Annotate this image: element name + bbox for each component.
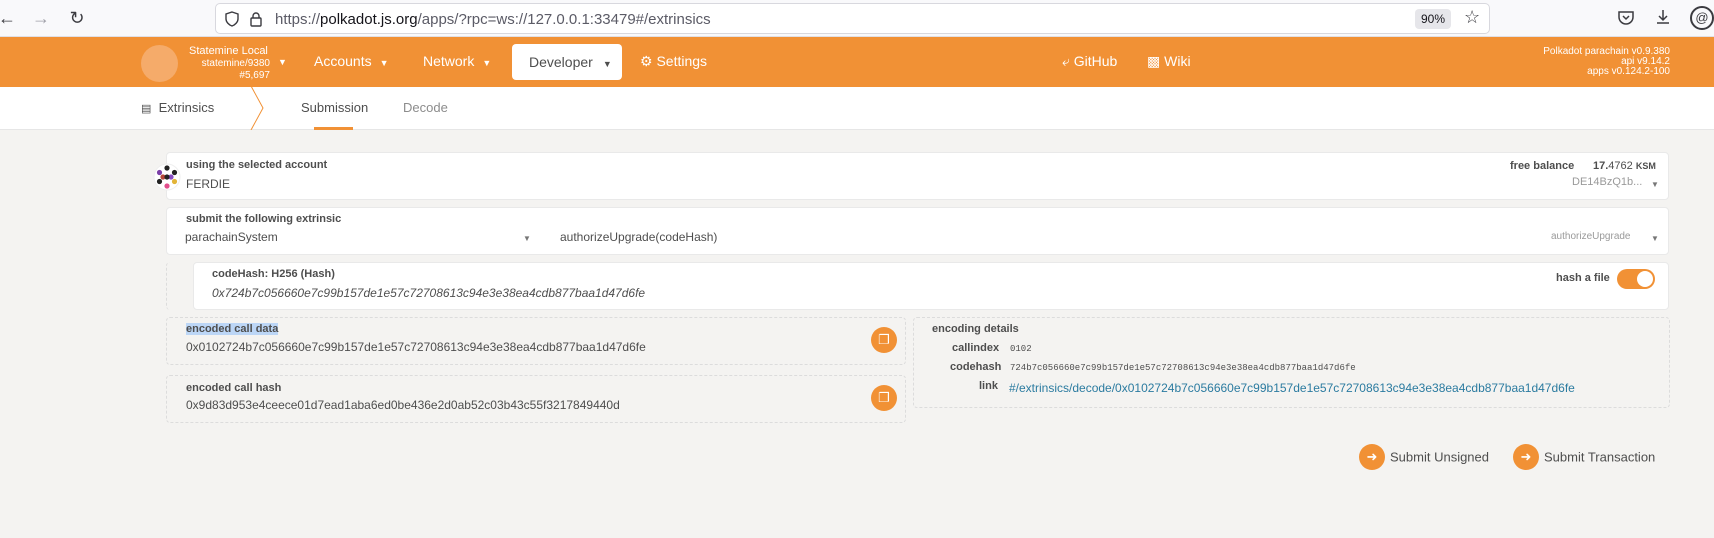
extrinsic-label: submit the following extrinsic: [186, 213, 342, 225]
copy-icon: ❐: [878, 390, 890, 405]
nav-github[interactable]: ⤶ GitHub: [1062, 53, 1117, 70]
forward-icon[interactable]: →: [30, 7, 52, 29]
submit-transaction-button[interactable]: ➜ Submit Transaction: [1513, 444, 1655, 474]
nav-network[interactable]: Network ▼: [423, 53, 491, 69]
extrinsic-panel: [166, 207, 1669, 255]
account-panel[interactable]: [166, 152, 1669, 200]
gear-icon: ⚙: [640, 53, 653, 69]
version-info: Polkadot parachain v0.9.380 api v9.14.2 …: [1543, 47, 1670, 77]
free-balance-label: free balance: [1510, 160, 1575, 172]
call-dropdown-icon[interactable]: ▼: [1651, 234, 1659, 243]
bookmark-star-icon[interactable]: ☆: [1464, 7, 1480, 28]
sub-navigation: ▤ Extrinsics Submission Decode: [0, 86, 1714, 130]
link-label: link: [979, 380, 998, 392]
account-name[interactable]: FERDIE: [186, 177, 230, 191]
encoded-call-hash-label: encoded call hash: [186, 382, 282, 394]
address-bar[interactable]: https://polkadot.js.org/apps/?rpc=ws://1…: [215, 3, 1490, 34]
callindex-value: 0102: [1010, 344, 1032, 354]
section-title: ▤ Extrinsics: [141, 100, 215, 115]
url-text[interactable]: https://polkadot.js.org/apps/?rpc=ws://1…: [275, 11, 711, 28]
extrinsics-icon: ▤: [141, 103, 152, 115]
reload-icon[interactable]: ↻: [66, 7, 88, 29]
account-label: using the selected account: [186, 159, 328, 171]
codehash-param-label: codeHash: H256 (Hash): [212, 268, 335, 280]
chevron-down-icon: ▼: [482, 58, 492, 68]
copy-call-hash-button[interactable]: ❐: [871, 385, 897, 411]
account-identicon: [153, 163, 181, 191]
pallet-dropdown-icon[interactable]: ▼: [523, 234, 531, 243]
nav-accounts[interactable]: Accounts ▼: [314, 53, 389, 69]
book-icon: ▩: [1147, 53, 1161, 69]
encoded-call-hash: 0x9d83d953e4ceece01d7ead1aba6ed0be436e2d…: [186, 398, 620, 412]
download-icon[interactable]: [1654, 8, 1672, 26]
callindex-label: callindex: [952, 342, 1000, 354]
encoded-call-data: 0x0102724b7c056660e7c99b157de1e57c727086…: [186, 340, 646, 354]
breadcrumb-separator: [250, 86, 264, 130]
hash-file-label: hash a file: [1556, 272, 1610, 284]
browser-toolbar: ← → ↻ https://polkadot.js.org/apps/?rpc=…: [0, 0, 1714, 37]
call-short: authorizeUpgrade: [1551, 231, 1631, 242]
chevron-down-icon: ▼: [379, 58, 389, 68]
extension-icon[interactable]: @: [1690, 6, 1714, 30]
nav-settings[interactable]: ⚙ Settings: [640, 53, 707, 70]
apps-version: apps v0.124.2-100: [1587, 66, 1670, 77]
copy-call-data-button[interactable]: ❐: [871, 327, 897, 353]
submit-unsigned-button[interactable]: ➜ Submit Unsigned: [1359, 444, 1489, 474]
hash-file-toggle[interactable]: [1617, 269, 1655, 289]
nav-developer[interactable]: Developer ▼: [512, 44, 622, 80]
github-icon: ⤶: [1062, 53, 1070, 69]
encoded-call-data-label: encoded call data: [186, 323, 279, 335]
app-header: Statemine Local statemine/9380 #5,697 ▼ …: [0, 37, 1714, 87]
codehash-input[interactable]: 0x724b7c056660e7c99b157de1e57c72708613c9…: [212, 286, 645, 300]
tab-submission[interactable]: Submission: [301, 100, 368, 115]
lock-icon[interactable]: [249, 11, 263, 27]
chain-logo[interactable]: [141, 45, 178, 82]
block-number: #5,697: [239, 70, 270, 81]
account-address: DE14BzQ1b...: [1572, 176, 1643, 188]
back-icon[interactable]: ←: [0, 7, 18, 29]
nav-wiki[interactable]: ▩ Wiki: [1147, 53, 1191, 70]
tab-decode[interactable]: Decode: [403, 100, 448, 115]
sign-in-icon: ➜: [1513, 444, 1539, 470]
pallet-select[interactable]: parachainSystem: [185, 230, 278, 244]
encoding-details-label: encoding details: [932, 323, 1019, 335]
account-dropdown-icon[interactable]: ▼: [1651, 180, 1659, 189]
codehash-value: 724b7c056660e7c99b157de1e57c72708613c94e…: [1010, 363, 1356, 373]
call-select[interactable]: authorizeUpgrade(codeHash): [560, 230, 717, 244]
active-tab-indicator: [314, 127, 353, 130]
chain-dropdown-icon[interactable]: ▼: [278, 57, 287, 67]
decode-link[interactable]: #/extrinsics/decode/0x0102724b7c056660e7…: [1009, 381, 1575, 395]
shield-icon[interactable]: [224, 11, 240, 27]
codehash-label: codehash: [950, 361, 1002, 373]
sign-in-icon: ➜: [1359, 444, 1385, 470]
chevron-down-icon: ▼: [602, 59, 612, 69]
chain-name[interactable]: Statemine Local: [189, 45, 268, 57]
free-balance-value: 17.4762 KSM: [1593, 160, 1656, 172]
pocket-icon[interactable]: [1617, 9, 1635, 27]
chain-spec: statemine/9380: [201, 58, 270, 69]
copy-icon: ❐: [878, 332, 890, 347]
zoom-level[interactable]: 90%: [1415, 9, 1451, 29]
